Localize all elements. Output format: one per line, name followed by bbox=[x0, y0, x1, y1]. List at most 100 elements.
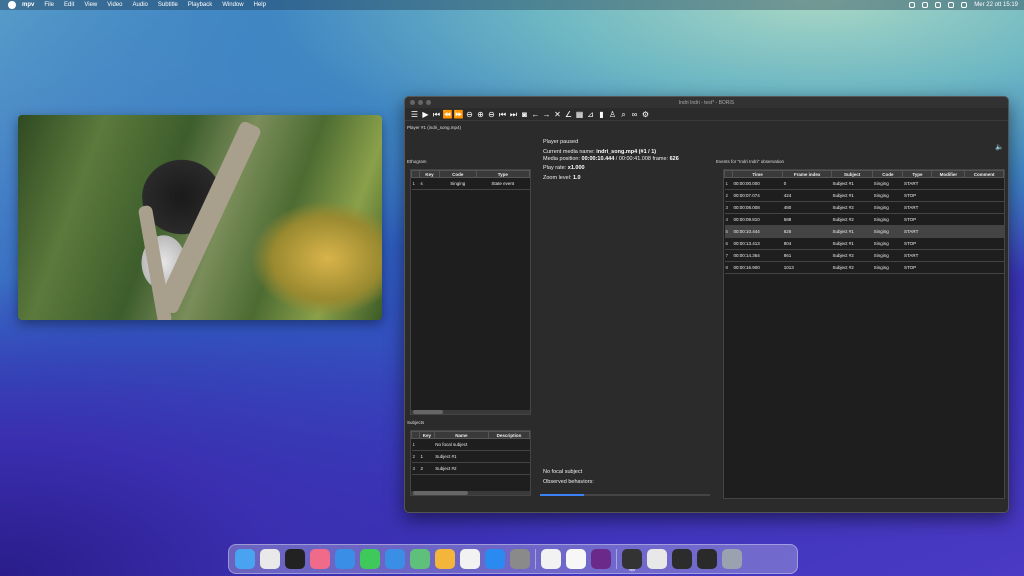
plus-circle-icon[interactable]: ⊕ bbox=[476, 110, 485, 119]
messages-icon[interactable] bbox=[360, 549, 380, 569]
fast-forward-icon[interactable]: ⏩ bbox=[454, 110, 464, 119]
list-icon[interactable]: ☰ bbox=[410, 110, 419, 119]
subjects-scrollbar[interactable] bbox=[411, 491, 530, 495]
battery-icon[interactable] bbox=[948, 2, 955, 8]
table-row[interactable]: 3 2 Subject #2 bbox=[411, 462, 530, 475]
boris-window: Indri Indri - test* - BORIS ☰ ▶ ⏮ ⏪ ⏩ ⊖ … bbox=[404, 96, 1009, 513]
chart-icon[interactable]: ⊿ bbox=[586, 110, 595, 119]
ethogram-col-type[interactable]: Type bbox=[475, 170, 531, 178]
minus-circle-icon-2[interactable]: ⊖ bbox=[487, 110, 496, 119]
safari-icon[interactable] bbox=[335, 549, 355, 569]
camera-icon[interactable]: ◙ bbox=[520, 110, 529, 119]
arrow-left-icon[interactable]: ← bbox=[531, 110, 540, 119]
rewind-icon[interactable]: ⏪ bbox=[443, 110, 453, 119]
apple-menu-icon[interactable] bbox=[8, 1, 16, 9]
events-col-modifier[interactable]: Modifier bbox=[931, 170, 966, 178]
table-row[interactable]: 2 00:00:07.074 424 Subject #1 Singing STOP bbox=[724, 189, 1004, 202]
system-settings-icon[interactable] bbox=[510, 549, 530, 569]
media-progress-fill bbox=[540, 494, 584, 496]
mail-icon[interactable] bbox=[385, 549, 405, 569]
subjects-col-description[interactable]: Description bbox=[487, 431, 531, 439]
launchpad-icon[interactable] bbox=[310, 549, 330, 569]
player-label: Player #1 (indri_song.mp4) bbox=[407, 125, 462, 130]
menu-window[interactable]: Window bbox=[222, 2, 243, 8]
skip-start-icon[interactable]: ⏮ bbox=[432, 110, 441, 119]
zoom-level-line: Zoom level: 1.0 bbox=[543, 175, 581, 181]
search-icon[interactable] bbox=[935, 2, 942, 8]
menu-playback[interactable]: Playback bbox=[188, 2, 212, 8]
table-row[interactable]: 6 00:00:13.413 804 Subject #1 Singing STOP bbox=[724, 237, 1004, 250]
minus-circle-icon[interactable]: ⊖ bbox=[465, 110, 474, 119]
textedit-icon[interactable] bbox=[541, 549, 561, 569]
reminders-icon[interactable] bbox=[460, 549, 480, 569]
table-row[interactable]: 5 00:00:10.444 626 Subject #1 Singing START bbox=[724, 225, 1004, 238]
wifi-icon[interactable] bbox=[922, 2, 929, 8]
table-row[interactable]: 7 00:00:14.364 861 Subject #2 Singing START bbox=[724, 249, 1004, 262]
subjects-col-name[interactable]: Name bbox=[433, 431, 489, 439]
table-row[interactable]: 1 No focal subject bbox=[411, 438, 530, 451]
table-row[interactable]: 2 1 Subject #1 bbox=[411, 450, 530, 463]
table-row[interactable]: 4 00:00:09.810 588 Subject #2 Singing STOP bbox=[724, 213, 1004, 226]
table-row[interactable]: 3 00:00:08.008 480 Subject #2 Singing START bbox=[724, 201, 1004, 214]
menu-file[interactable]: File bbox=[44, 2, 54, 8]
trash-icon[interactable] bbox=[722, 549, 742, 569]
events-col-code[interactable]: Code bbox=[872, 170, 904, 178]
ethogram-col-key[interactable]: Key bbox=[419, 170, 440, 178]
events-col-time[interactable]: Time bbox=[731, 170, 784, 178]
table-icon[interactable]: ▦ bbox=[575, 110, 584, 119]
ethogram-label: Ethogram bbox=[407, 159, 427, 164]
play-icon[interactable]: ▶ bbox=[421, 110, 430, 119]
events-col-subject[interactable]: Subject bbox=[831, 170, 874, 178]
ethogram-col-code[interactable]: Code bbox=[438, 170, 477, 178]
close-x-icon[interactable]: ✕ bbox=[553, 110, 562, 119]
menu-edit[interactable]: Edit bbox=[64, 2, 74, 8]
photos-icon[interactable] bbox=[435, 549, 455, 569]
bar-chart-icon[interactable]: ▮ bbox=[597, 110, 606, 119]
finder-icon[interactable] bbox=[235, 549, 255, 569]
mpv-video-frame[interactable] bbox=[18, 115, 382, 320]
skip-forward-icon[interactable]: ⏭ bbox=[509, 110, 518, 119]
subjects-label: Subjects bbox=[407, 420, 425, 425]
media-control-icon[interactable] bbox=[909, 2, 916, 8]
menu-audio[interactable]: Audio bbox=[133, 2, 148, 8]
arrow-right-icon[interactable]: → bbox=[542, 110, 551, 119]
settings-icon[interactable]: ⚙ bbox=[641, 110, 650, 119]
chrome-icon[interactable] bbox=[260, 549, 280, 569]
maps-icon[interactable] bbox=[410, 549, 430, 569]
skip-back-icon[interactable]: ⏮ bbox=[498, 110, 507, 119]
binoculars-icon[interactable]: ∞ bbox=[630, 110, 639, 119]
table-row[interactable]: 8 00:00:16.900 1013 Subject #2 Singing STOP bbox=[724, 261, 1004, 274]
ethogram-scrollbar[interactable] bbox=[411, 410, 530, 414]
play-rate-line: Play rate: x1.000 bbox=[543, 165, 585, 171]
table-row[interactable]: 1 00:00:00.000 0 Subject #1 Singing START bbox=[724, 177, 1004, 190]
events-col-type[interactable]: Type bbox=[902, 170, 933, 178]
volume-icon[interactable]: 🔈 bbox=[995, 143, 1004, 151]
window-thumbnail-2[interactable] bbox=[672, 549, 692, 569]
events-col-comment[interactable]: Comment bbox=[964, 170, 1004, 178]
table-row[interactable]: 1 s Singing State event bbox=[411, 177, 530, 190]
control-center-icon[interactable] bbox=[961, 2, 968, 8]
mpv-icon[interactable] bbox=[591, 549, 611, 569]
subjects-col-key[interactable]: Key bbox=[419, 431, 435, 439]
person-icon[interactable]: ♙ bbox=[608, 110, 617, 119]
document-icon[interactable] bbox=[566, 549, 586, 569]
ethogram-table: Key Code Type 1 s Singing State event bbox=[410, 169, 531, 415]
events-table: Time Frame index Subject Code Type Modif… bbox=[723, 169, 1005, 499]
clock[interactable]: Mer 22 ott 15:19 bbox=[974, 2, 1018, 8]
menu-help[interactable]: Help bbox=[254, 2, 266, 8]
focal-subject-label: No focal subject bbox=[543, 469, 583, 475]
window-thumbnail-3[interactable] bbox=[697, 549, 717, 569]
app-store-icon[interactable] bbox=[485, 549, 505, 569]
menu-video[interactable]: Video bbox=[107, 2, 122, 8]
menu-subtitle[interactable]: Subtitle bbox=[158, 2, 178, 8]
document-icon-2[interactable] bbox=[647, 549, 667, 569]
menu-app-name[interactable]: mpv bbox=[22, 2, 34, 8]
angle-icon[interactable]: ∠ bbox=[564, 110, 573, 119]
search-icon[interactable]: ⌕ bbox=[619, 110, 628, 119]
window-title: Indri Indri - test* - BORIS bbox=[678, 99, 735, 106]
terminal-icon[interactable] bbox=[285, 549, 305, 569]
media-progress-bar[interactable] bbox=[540, 494, 710, 496]
events-col-frame[interactable]: Frame index bbox=[782, 170, 833, 178]
window-thumbnail-1[interactable]: mpv bbox=[622, 549, 642, 572]
menu-view[interactable]: View bbox=[84, 2, 97, 8]
